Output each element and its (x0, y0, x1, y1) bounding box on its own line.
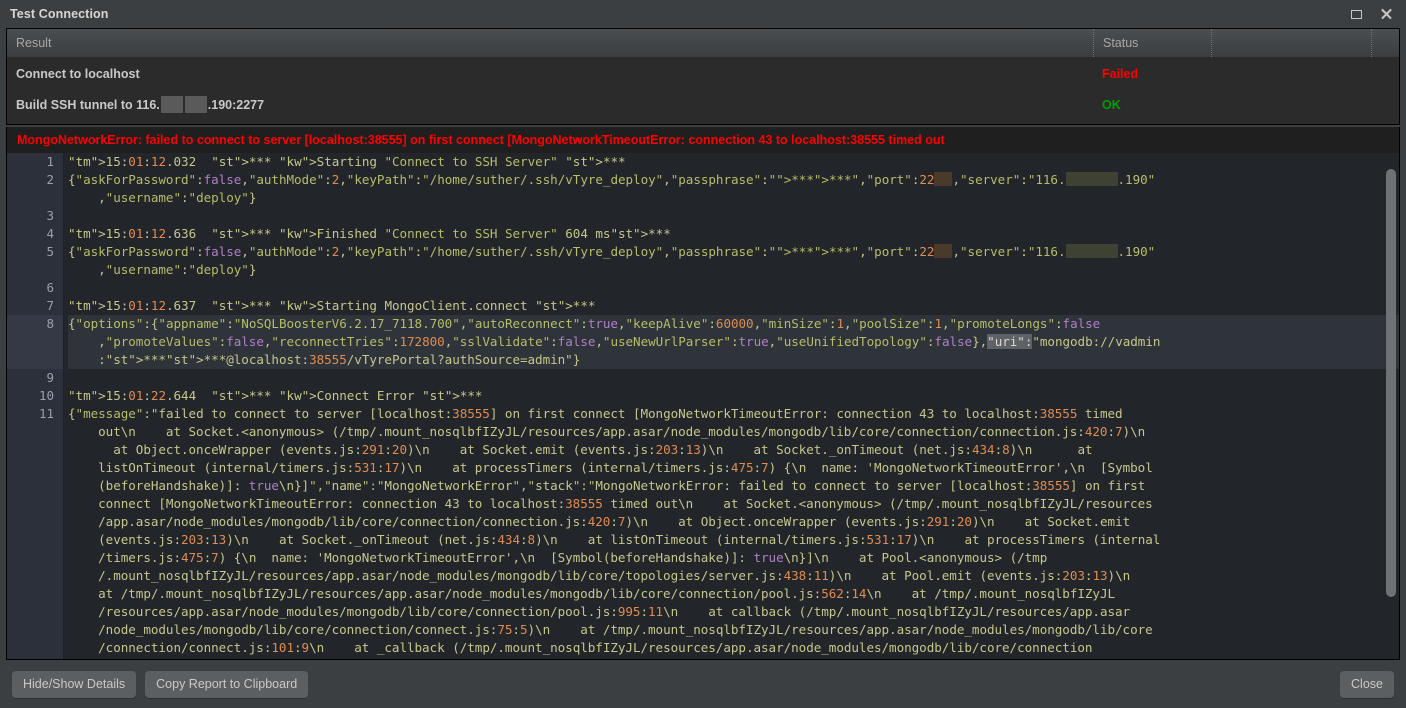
log-line[interactable]: ,"username":"deploy"} (68, 261, 1399, 279)
table-row[interactable]: Build SSH tunnel to 116. .190:2277 OK (7, 89, 1399, 120)
line-number: 3 (46, 208, 54, 223)
test-connection-dialog: Test Connection Result Status Connect to… (0, 0, 1406, 708)
cell-result-prefix: Build SSH tunnel to 116. (16, 97, 160, 112)
line-number: 9 (46, 370, 54, 385)
log-line[interactable] (68, 279, 1399, 297)
log-line[interactable]: "tm">15:01:22.644 "st">*** "kw">Connect … (68, 387, 1399, 405)
title-bar: Test Connection (0, 0, 1406, 28)
line-number (7, 531, 63, 549)
line-number (7, 585, 63, 603)
line-number: 8 (7, 315, 63, 333)
line-number (7, 261, 63, 279)
log-line[interactable]: /node_modules/mongodb/lib/core/connectio… (68, 621, 1399, 639)
line-number (7, 639, 63, 657)
dialog-footer: Hide/Show Details Copy Report to Clipboa… (0, 660, 1406, 708)
log-line[interactable]: connect [MongoNetworkTimeoutError: conne… (68, 495, 1399, 513)
log-content[interactable]: "tm">15:01:12.032 "st">*** "kw">Starting… (64, 153, 1399, 659)
hide-show-details-button[interactable]: Hide/Show Details (12, 670, 137, 698)
column-header-3[interactable] (1211, 29, 1371, 57)
scrollbar-thumb[interactable] (1386, 169, 1396, 597)
log-line[interactable]: /timers.js:475:7) {\n name: 'MongoNetwor… (68, 549, 1399, 567)
log-line[interactable]: /.mount_nosqlbfIZyJL/resources/app.asar/… (68, 567, 1399, 585)
log-line[interactable]: :"st">***"st">***@localhost:38555/vTyreP… (68, 351, 1399, 369)
log-viewer[interactable]: 1 2 3 4 5 6 7 8 9 10 11 "tm">15:01:12.032 "st">***… (6, 153, 1400, 660)
restore-icon[interactable] (1348, 6, 1364, 22)
column-header-4[interactable] (1371, 29, 1399, 57)
log-line[interactable] (68, 369, 1399, 387)
line-number (7, 549, 63, 567)
log-line[interactable]: {"options":{"appname":"NoSQLBoosterV6.2.… (68, 315, 1399, 333)
column-header-status[interactable]: Status (1093, 29, 1211, 57)
log-scrollbar[interactable] (1384, 155, 1397, 657)
error-banner: MongoNetworkError: failed to connect to … (6, 127, 1400, 153)
redaction-block (184, 96, 207, 113)
table-row[interactable]: Connect to localhost Failed (7, 58, 1399, 89)
line-number: 5 (46, 244, 54, 259)
copy-report-button[interactable]: Copy Report to Clipboard (145, 670, 309, 698)
line-number (7, 477, 63, 495)
line-number (7, 603, 63, 621)
close-button[interactable]: Close (1340, 670, 1394, 698)
log-line[interactable]: listOnTimeout (internal/timers.js:531:17… (68, 459, 1399, 477)
log-line[interactable]: "tm">15:01:12.032 "st">*** "kw">Starting… (68, 153, 1399, 171)
line-number: 7 (46, 298, 54, 313)
status-badge: OK (1102, 97, 1121, 112)
cell-result: Connect to localhost (16, 66, 140, 81)
line-number (7, 567, 63, 585)
status-badge: Failed (1102, 66, 1139, 81)
table-body: Connect to localhost Failed Build SSH tu… (7, 58, 1399, 124)
cell-result-suffix: .190:2277 (207, 97, 265, 112)
log-line[interactable]: (events.js:203:13)\n at Socket._onTimeou… (68, 531, 1399, 549)
log-line[interactable]: {"askForPassword":false,"authMode":2,"ke… (68, 171, 1399, 189)
column-header-result[interactable]: Result (7, 29, 1093, 57)
error-message: MongoNetworkError: failed to connect to … (17, 133, 945, 147)
line-number: 2 (46, 172, 54, 187)
log-line[interactable]: at Object.onceWrapper (events.js:291:20)… (68, 441, 1399, 459)
log-line[interactable]: ,"username":"deploy"} (68, 189, 1399, 207)
line-number: 11 (38, 406, 54, 421)
log-line[interactable]: {"message":"failed to connect to server … (68, 405, 1399, 423)
close-icon[interactable] (1378, 6, 1394, 22)
line-number: 4 (46, 226, 54, 241)
line-number (7, 459, 63, 477)
log-line[interactable]: {"askForPassword":false,"authMode":2,"ke… (68, 243, 1399, 261)
log-line[interactable]: at /tmp/.mount_nosqlbfIZyJL/resources/ap… (68, 585, 1399, 603)
line-number-gutter: 1 2 3 4 5 6 7 8 9 10 11 (7, 153, 64, 659)
line-number: 1 (46, 154, 54, 169)
log-line[interactable]: (beforeHandshake)]: true\n}]","name":"Mo… (68, 477, 1399, 495)
log-line[interactable]: /resources/app.asar/node_modules/mongodb… (68, 603, 1399, 621)
line-number: 10 (38, 388, 54, 403)
line-number (7, 333, 63, 351)
line-number: 6 (46, 280, 54, 295)
log-line[interactable] (68, 207, 1399, 225)
window-controls (1348, 6, 1400, 22)
log-line[interactable]: /app.asar/node_modules/mongodb/lib/core/… (68, 513, 1399, 531)
table-header-row: Result Status (7, 29, 1399, 58)
window-title: Test Connection (10, 7, 109, 21)
log-line[interactable]: "tm">15:01:12.637 "st">*** "kw">Starting… (68, 297, 1399, 315)
log-line[interactable]: "tm">15:01:12.636 "st">*** "kw">Finished… (68, 225, 1399, 243)
line-number (7, 495, 63, 513)
line-number (7, 441, 63, 459)
line-number (7, 351, 63, 369)
line-number (7, 621, 63, 639)
log-line[interactable]: /connection/connect.js:101:9\n at _callb… (68, 639, 1399, 657)
redaction-block (160, 96, 183, 113)
cell-result: Build SSH tunnel to 116. .190:2277 (7, 96, 1093, 113)
result-table: Result Status Connect to localhost Faile… (6, 28, 1400, 125)
line-number (7, 423, 63, 441)
line-number (7, 513, 63, 531)
line-number (7, 189, 63, 207)
log-line[interactable]: ,"promoteValues":false,"reconnectTries":… (68, 333, 1399, 351)
log-line[interactable]: out\n at Socket.<anonymous> (/tmp/.mount… (68, 423, 1399, 441)
